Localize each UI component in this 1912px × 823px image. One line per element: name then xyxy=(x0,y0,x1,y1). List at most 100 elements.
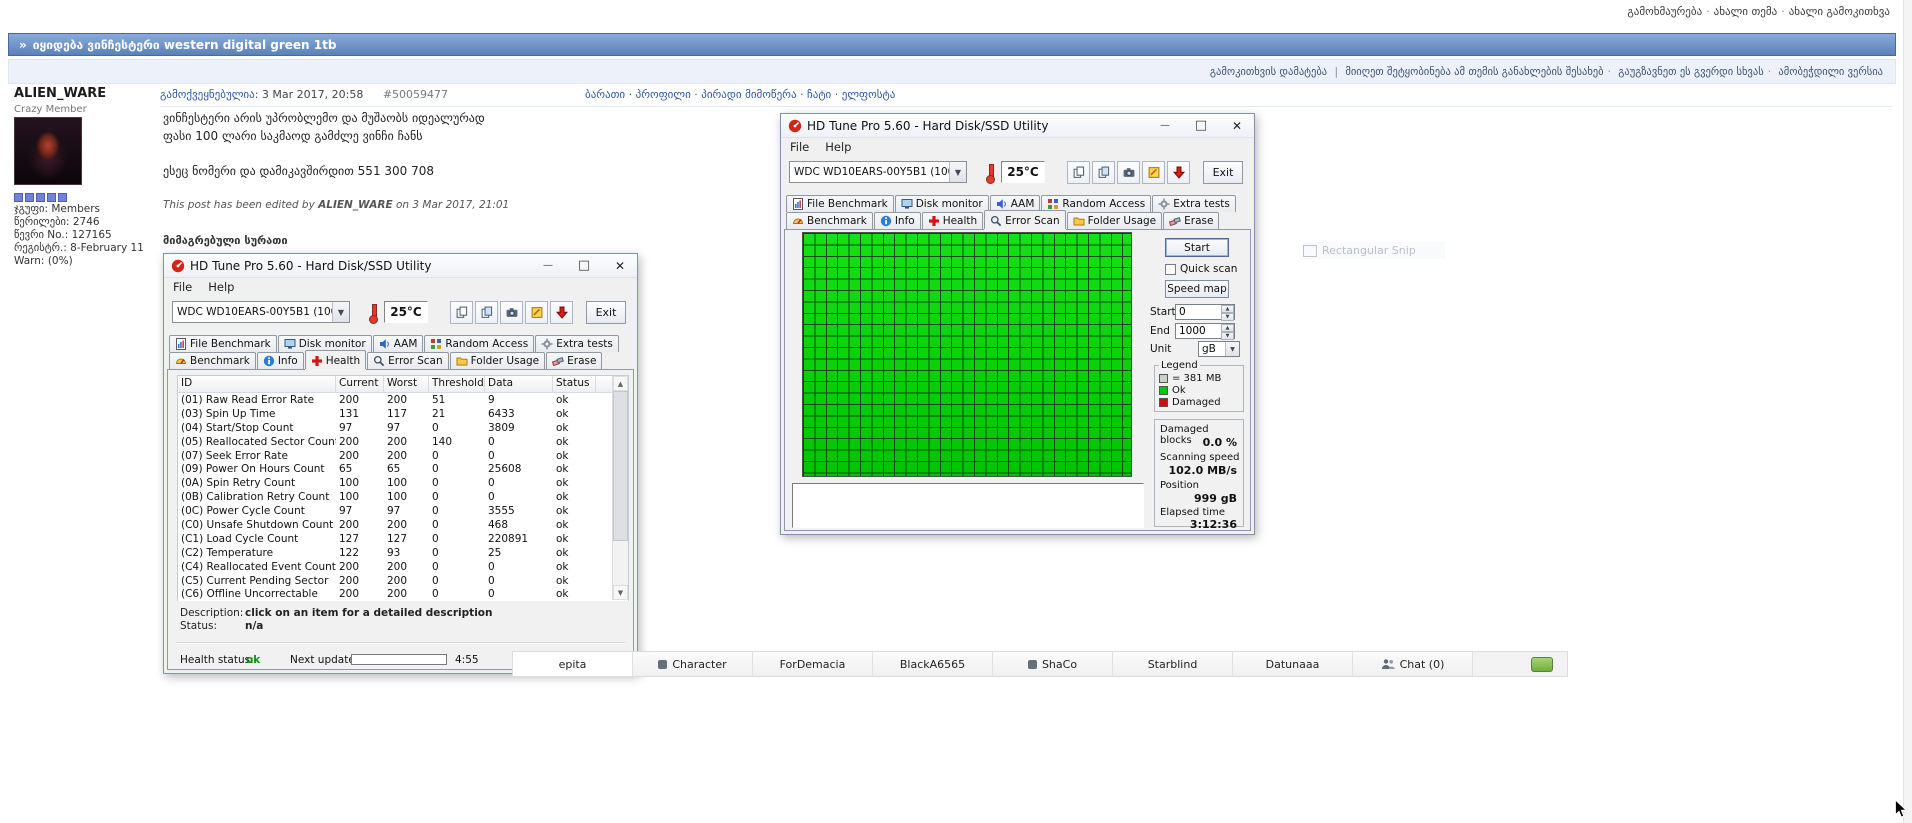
print-version-link[interactable]: ამობეჭდილი ვერსია xyxy=(1778,66,1883,78)
tab-erase[interactable]: Erase xyxy=(1163,212,1219,229)
copy-image-button[interactable] xyxy=(475,301,498,324)
tab-folder-usage[interactable]: Folder Usage xyxy=(1067,212,1163,229)
scan-block-map[interactable] xyxy=(802,232,1132,477)
author-quick-links[interactable]: ბარათი · პროფილი · პირადი მიმოწერა · ჩატ… xyxy=(585,88,895,101)
smart-row[interactable]: (01) Raw Read Error Rate200200519ok xyxy=(178,393,628,407)
menu-file[interactable]: File xyxy=(790,140,809,155)
minimize-button[interactable] xyxy=(1150,116,1180,136)
smart-col-header[interactable]: Data xyxy=(485,376,553,392)
tab-aam[interactable]: AAM xyxy=(373,335,424,352)
chat-item[interactable]: ForDemacia xyxy=(753,652,873,676)
smart-row[interactable]: (C5) Current Pending Sector20020000ok xyxy=(178,574,628,588)
smart-row[interactable]: (03) Spin Up Time131117216433ok xyxy=(178,407,628,421)
battery-icon[interactable] xyxy=(1531,657,1553,672)
new-poll-link[interactable]: ახალი გამოკითხვა xyxy=(1789,5,1890,18)
scrollbar-thumb[interactable] xyxy=(613,391,628,541)
maximize-button[interactable] xyxy=(1186,116,1216,136)
tab-health[interactable]: Health xyxy=(305,350,366,369)
tab-erase[interactable]: Erase xyxy=(546,352,602,369)
copy-text-button[interactable] xyxy=(450,301,473,324)
smart-row[interactable]: (0B) Calibration Retry Count10010000ok xyxy=(178,490,628,504)
posted-link[interactable]: გამოქვეყნებულია: xyxy=(160,88,258,101)
close-button[interactable] xyxy=(1222,116,1252,136)
chat-item[interactable]: Datunaaa xyxy=(1233,652,1353,676)
unit-select[interactable]: gB xyxy=(1198,341,1240,357)
send-page-link[interactable]: გაუგზავნეთ ეს გვერდი სხვას xyxy=(1618,66,1763,78)
quick-scan-checkbox[interactable]: Quick scan xyxy=(1165,263,1237,275)
options-button[interactable] xyxy=(1142,161,1165,184)
smart-col-header[interactable]: Threshold xyxy=(429,376,485,392)
chat-item[interactable]: epita xyxy=(513,652,633,676)
speed-map-button[interactable]: Speed map xyxy=(1165,280,1229,298)
smart-col-header[interactable]: ID xyxy=(178,376,336,392)
add-poll-link[interactable]: გამოკითხვის დამატება xyxy=(1210,66,1327,78)
tab-folder-usage[interactable]: Folder Usage xyxy=(450,352,546,369)
chat-item[interactable]: Chat (0) xyxy=(1353,652,1473,676)
tab-health[interactable]: Health xyxy=(922,212,983,229)
screenshot-button[interactable] xyxy=(500,301,523,324)
smart-row[interactable]: (C2) Temperature12293025ok xyxy=(178,546,628,560)
smart-row[interactable]: (0A) Spin Retry Count10010000ok xyxy=(178,476,628,490)
new-topic-link[interactable]: ახალი თემა xyxy=(1714,5,1778,18)
post-author-name[interactable]: ALIEN_WARE xyxy=(14,86,106,101)
scroll-down-icon[interactable] xyxy=(613,585,628,600)
track-topic-link[interactable]: მიიღეთ შეტყობინება ამ თემის განახლების შ… xyxy=(1345,66,1603,78)
smart-col-header[interactable]: Status xyxy=(553,376,596,392)
tab-extra-tests[interactable]: Extra tests xyxy=(535,335,619,352)
smart-row[interactable]: (0C) Power Cycle Count979703555ok xyxy=(178,504,628,518)
smart-row[interactable]: (C0) Unsafe Shutdown Count2002000468ok xyxy=(178,518,628,532)
start-scan-button[interactable]: Start xyxy=(1165,238,1229,257)
save-button[interactable] xyxy=(550,301,573,324)
close-button[interactable] xyxy=(605,256,635,276)
window-titlebar[interactable]: HD Tune Pro 5.60 - Hard Disk/SSD Utility xyxy=(164,254,637,278)
table-scrollbar[interactable] xyxy=(612,376,628,600)
tab-info[interactable]: Info xyxy=(257,352,304,369)
tab-error-scan[interactable]: Error Scan xyxy=(367,352,448,369)
post-id[interactable]: #50059477 xyxy=(383,88,448,101)
exit-button[interactable]: Exit xyxy=(586,301,626,324)
smart-row[interactable]: (04) Start/Stop Count979703809ok xyxy=(178,421,628,435)
tab-extra-tests[interactable]: Extra tests xyxy=(1152,195,1236,212)
tab-file-benchmark[interactable]: File Benchmark xyxy=(786,195,894,212)
smart-row[interactable]: (09) Power On Hours Count6565025608ok xyxy=(178,462,628,476)
tab-error-scan[interactable]: Error Scan xyxy=(984,210,1065,229)
smart-col-header[interactable]: Current xyxy=(336,376,384,392)
menu-help[interactable]: Help xyxy=(208,280,234,295)
scroll-up-icon[interactable] xyxy=(613,376,628,391)
chat-item[interactable]: BlackA6565 xyxy=(873,652,993,676)
menu-help[interactable]: Help xyxy=(825,140,851,155)
tab-file-benchmark[interactable]: File Benchmark xyxy=(169,335,277,352)
smart-row[interactable]: (C4) Reallocated Event Count20020000ok xyxy=(178,560,628,574)
chat-item[interactable]: Character xyxy=(633,652,753,676)
smart-row[interactable]: (C6) Offline Uncorrectable20020000ok xyxy=(178,587,628,601)
reply-link[interactable]: გამოხმაურება xyxy=(1627,5,1702,18)
tab-benchmark[interactable]: Benchmark xyxy=(786,212,873,229)
smart-col-header[interactable]: Worst xyxy=(384,376,429,392)
spin-down-icon[interactable] xyxy=(1221,313,1234,321)
device-select[interactable]: WDC WD10EARS-00Y5B1 (1000 gB) xyxy=(172,301,350,323)
menu-file[interactable]: File xyxy=(173,280,192,295)
minimize-button[interactable] xyxy=(533,256,563,276)
tab-info[interactable]: Info xyxy=(874,212,921,229)
page-scrollbar[interactable] xyxy=(1903,0,1912,823)
tab-random-access[interactable]: Random Access xyxy=(424,335,534,352)
exit-button[interactable]: Exit xyxy=(1203,161,1243,184)
tab-disk-monitor[interactable]: Disk monitor xyxy=(895,195,989,212)
maximize-button[interactable] xyxy=(569,256,599,276)
smart-row[interactable]: (05) Reallocated Sector Count2002001400o… xyxy=(178,435,628,449)
smart-row[interactable]: (07) Seek Error Rate20020000ok xyxy=(178,449,628,463)
screenshot-button[interactable] xyxy=(1117,161,1140,184)
spin-down-icon[interactable] xyxy=(1221,332,1234,340)
checkbox-icon[interactable] xyxy=(1165,264,1176,275)
avatar[interactable] xyxy=(14,117,82,185)
options-button[interactable] xyxy=(525,301,548,324)
device-select[interactable]: WDC WD10EARS-00Y5B1 (1000 gB) xyxy=(789,161,967,183)
spin-up-icon[interactable] xyxy=(1221,324,1234,332)
window-titlebar[interactable]: HD Tune Pro 5.60 - Hard Disk/SSD Utility xyxy=(781,114,1254,138)
save-button[interactable] xyxy=(1167,161,1190,184)
spin-up-icon[interactable] xyxy=(1221,305,1234,313)
copy-text-button[interactable] xyxy=(1067,161,1090,184)
chat-item[interactable]: ShaCo xyxy=(993,652,1113,676)
tab-benchmark[interactable]: Benchmark xyxy=(169,352,256,369)
chat-item[interactable]: Starblind xyxy=(1113,652,1233,676)
